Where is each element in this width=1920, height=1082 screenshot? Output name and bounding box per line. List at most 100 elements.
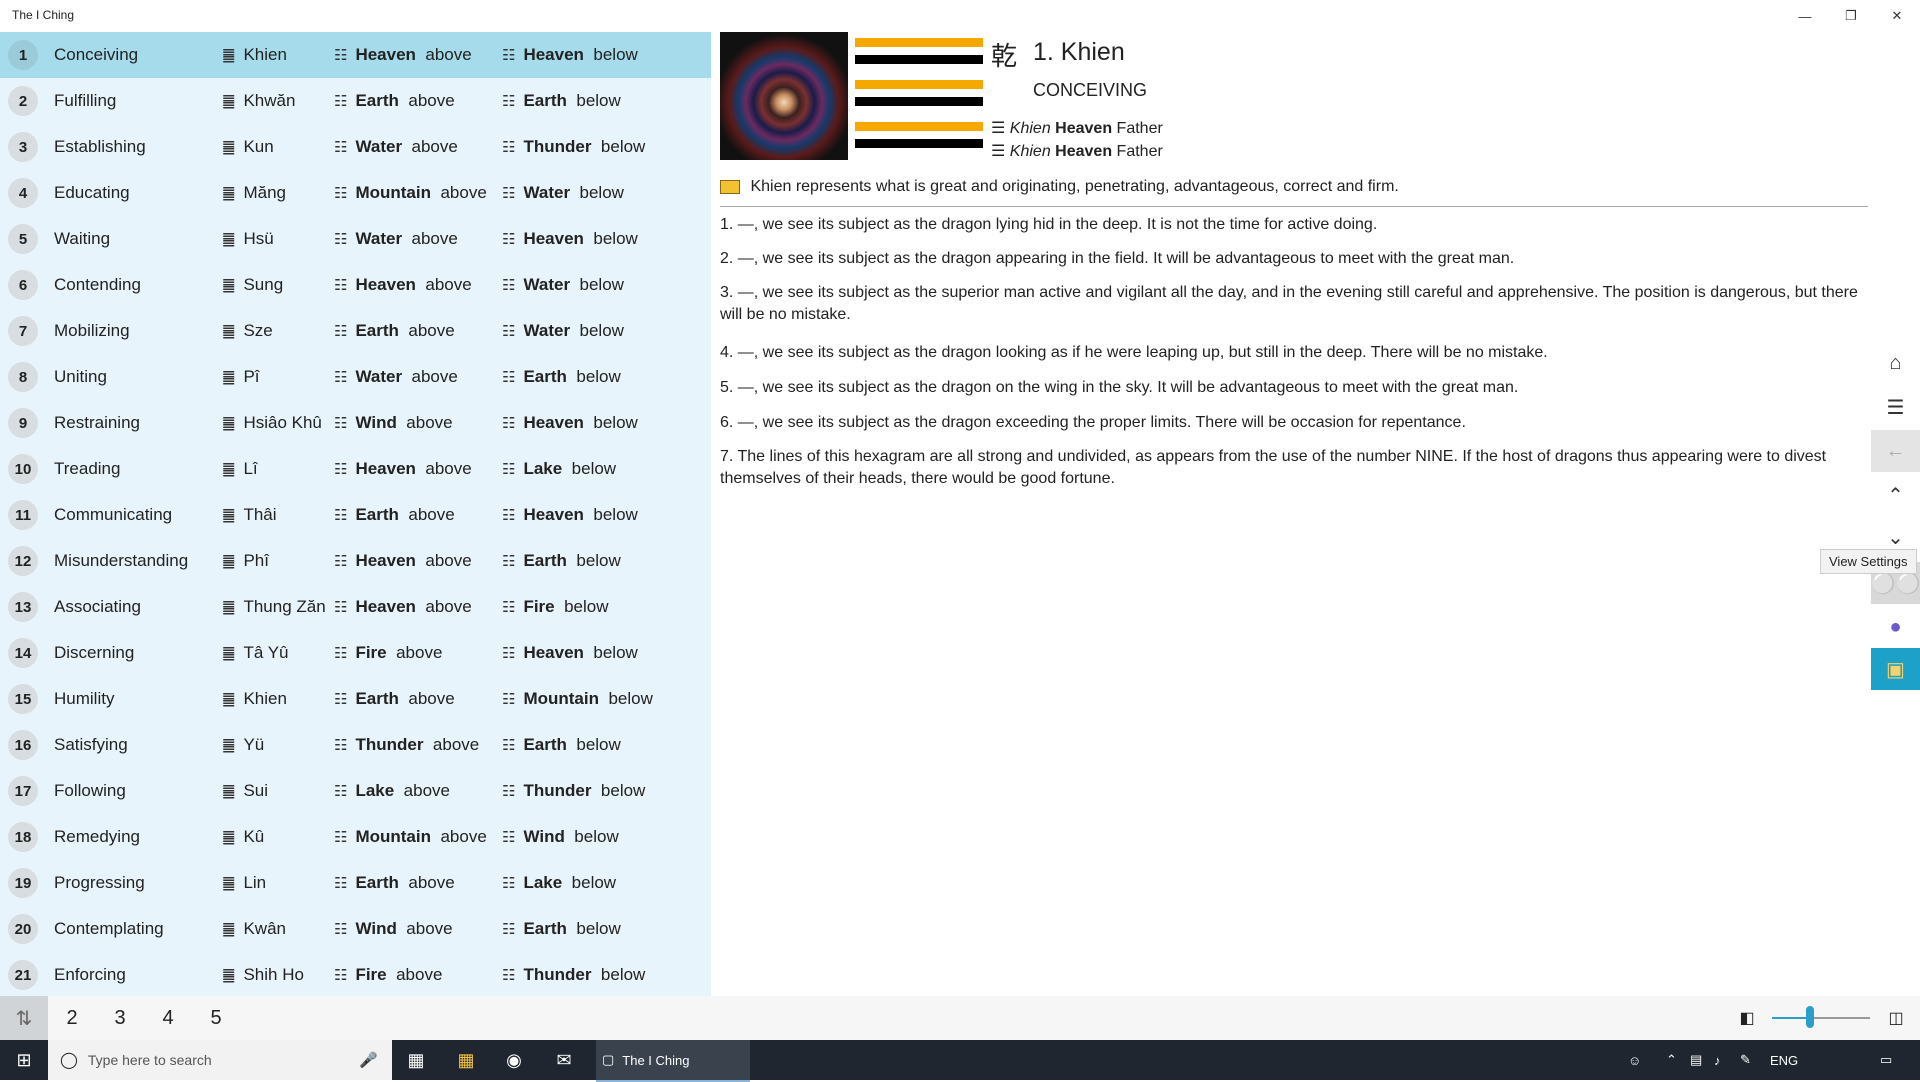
taskbar-search[interactable]: ◯ Type here to search 🎤 — [48, 1040, 392, 1080]
page-button[interactable]: 5 — [194, 996, 238, 1040]
trigram-icon: ☷ — [502, 369, 516, 386]
lower-trigram: ☷ Earth below — [502, 735, 621, 754]
file-explorer-icon[interactable]: ▦ — [442, 1040, 490, 1080]
upper-trigram: ☷ Water above — [334, 137, 458, 156]
language-indicator[interactable]: ENG — [1770, 1040, 1798, 1080]
trigram-icon: ☷ — [502, 185, 516, 202]
notifications-icon[interactable]: ▭ — [1880, 1040, 1892, 1080]
trigram-icon: ☷ — [502, 277, 516, 294]
taskbar-app-i-ching[interactable]: ▢ The I Ching — [596, 1040, 750, 1082]
pager: ⇅ 2345 ◧ ◫ — [0, 996, 1920, 1040]
hexagram-name: Communicating — [54, 505, 173, 524]
hexagram-name: Conceiving — [54, 45, 139, 64]
hexagram-romanization: ䷀ Kwân — [222, 919, 286, 938]
hexagram-icon: ䷀ — [222, 829, 236, 846]
hexagram-icon: ䷀ — [222, 875, 236, 892]
lower-trigram: ☷ Fire below — [502, 597, 609, 616]
people-icon[interactable]: ☺ — [1628, 1040, 1641, 1080]
mail-icon[interactable]: ✉ — [540, 1040, 588, 1080]
search-placeholder: Type here to search — [87, 1052, 212, 1068]
list-item[interactable]: 15 Humility ䷀ Khien ☷ Earth above ☷ Mountain be… — [0, 676, 711, 722]
app-icon: ▢ — [602, 1052, 615, 1067]
list-item[interactable]: 19 Progressing ䷀ Lin ☷ Earth above ☷ Lake below — [0, 860, 711, 906]
hexagram-line — [855, 38, 983, 47]
list-item[interactable]: 1 Conceiving ䷀ Khien ☷ Heaven above ☷ Heaven be… — [0, 32, 711, 78]
chevron-up-icon[interactable]: ⌃ — [1871, 474, 1920, 516]
minimize-icon[interactable]: — — [1782, 0, 1828, 32]
network-icon[interactable]: ▤ — [1690, 1040, 1702, 1080]
list-item[interactable]: 5 Waiting ䷀ Hsü ☷ Water above ☷ Heaven below — [0, 216, 711, 262]
menu-icon[interactable]: ☰ — [1871, 386, 1920, 428]
list-item[interactable]: 3 Establishing ䷀ Kun ☷ Water above ☷ Thunder be… — [0, 124, 711, 170]
trigram-icon: ☷ — [502, 829, 516, 846]
lower-trigram: ☷ Earth below — [502, 367, 621, 386]
home-icon[interactable]: ⌂ — [1871, 342, 1920, 384]
tray-chevron-up-icon[interactable]: ⌃ — [1666, 1040, 1677, 1080]
hexagram-name: Following — [54, 781, 126, 800]
list-item[interactable]: 10 Treading ䷀ Lî ☷ Heaven above ☷ Lake below — [0, 446, 711, 492]
page-button[interactable]: 4 — [146, 996, 190, 1040]
windows-start-icon[interactable]: ⊞ — [0, 1040, 48, 1080]
globe-icon[interactable]: ● — [1871, 606, 1920, 648]
restore-icon[interactable]: ❐ — [1828, 0, 1874, 32]
task-view-icon[interactable]: ▦ — [392, 1040, 440, 1080]
list-item[interactable]: 11 Communicating ䷀ Thâi ☷ Earth above ☷ Heaven … — [0, 492, 711, 538]
hexagram-detail: 乾 1. Khien CONCEIVING ☰ Khien Heaven Fat… — [711, 32, 1871, 996]
volume-icon[interactable]: ♪ — [1714, 1040, 1721, 1080]
hexagram-number: 1 — [8, 40, 38, 70]
trigram-icon: ☷ — [334, 921, 348, 938]
window-title: The I Ching — [12, 8, 75, 22]
zoom-slider-thumb[interactable] — [1806, 1006, 1814, 1028]
list-item[interactable]: 18 Remedying ䷀ Kû ☷ Mountain above ☷ Wind below — [0, 814, 711, 860]
image-icon[interactable]: ▣ — [1871, 648, 1920, 690]
list-item[interactable]: 17 Following ䷀ Sui ☷ Lake above ☷ Thunder below — [0, 768, 711, 814]
list-item[interactable]: 6 Contending ䷀ Sung ☷ Heaven above ☷ Water belo… — [0, 262, 711, 308]
list-item[interactable]: 20 Contemplating ䷀ Kwân ☷ Wind above ☷ Earth be… — [0, 906, 711, 952]
hexagram-icon: ䷀ — [222, 461, 236, 478]
hexagram-number: 11 — [8, 500, 38, 530]
trigram-icon: ☷ — [502, 967, 516, 984]
trigram-icon: ☷ — [502, 645, 516, 662]
hexagram-number: 19 — [8, 868, 38, 898]
upper-trigram: ☷ Water above — [334, 367, 458, 386]
line-text: 3. —, we see its subject as the superior… — [720, 284, 1858, 323]
upper-trigram: ☷ Heaven above — [334, 45, 472, 64]
hexagram-name: Associating — [54, 597, 141, 616]
upper-trigram: ☷ Fire above — [334, 643, 443, 662]
list-item[interactable]: 8 Uniting ䷀ Pî ☷ Water above ☷ Earth below — [0, 354, 711, 400]
close-icon[interactable]: ✕ — [1874, 0, 1920, 32]
judgement: Khien represents what is great and origi… — [720, 178, 1868, 207]
hexagram-romanization: ䷀ Kû — [222, 827, 265, 846]
trigram-icon: ☷ — [334, 553, 348, 570]
list-item[interactable]: 7 Mobilizing ䷀ Sze ☷ Earth above ☷ Water below — [0, 308, 711, 354]
list-item[interactable]: 13 Associating ䷀ Thung Zăn ☷ Heaven above ☷ Fir… — [0, 584, 711, 630]
hexagram-romanization: ䷀ Shih Ho — [222, 965, 304, 984]
pen-icon[interactable]: ✎ — [1740, 1040, 1751, 1080]
list-item[interactable]: 2 Fulfilling ䷀ Khwăn ☷ Earth above ☷ Earth belo… — [0, 78, 711, 124]
page-button[interactable]: 3 — [98, 996, 142, 1040]
hexagram-romanization: ䷀ Thung Zăn — [222, 597, 326, 616]
fit-narrow-icon[interactable]: ◧ — [1725, 996, 1769, 1040]
hexagram-icon: ䷀ — [222, 415, 236, 432]
hexagram-icon: ䷀ — [222, 645, 236, 662]
store-icon[interactable]: ◉ — [490, 1040, 538, 1080]
list-item[interactable]: 12 Misunderstanding ䷀ Phî ☷ Heaven above ☷ Eart… — [0, 538, 711, 584]
list-item[interactable]: 14 Discerning ䷀ Tâ Yû ☷ Fire above ☷ Heaven bel… — [0, 630, 711, 676]
microphone-icon[interactable]: 🎤 — [359, 1051, 378, 1069]
list-item[interactable]: 16 Satisfying ䷀ Yü ☷ Thunder above ☷ Earth belo… — [0, 722, 711, 768]
upper-trigram: ☷ Mountain above — [334, 183, 487, 202]
upper-trigram: ☷ Earth above — [334, 91, 455, 110]
trigram-icon: ☷ — [334, 93, 348, 110]
upper-trigram: ☷ Wind above — [334, 919, 453, 938]
list-item[interactable]: 4 Educating ䷀ Măng ☷ Mountain above ☷ Water bel… — [0, 170, 711, 216]
fit-wide-icon[interactable]: ◫ — [1874, 996, 1918, 1040]
list-item[interactable]: 21 Enforcing ䷀ Shih Ho ☷ Fire above ☷ Thunder b… — [0, 952, 711, 996]
hexagram-heading: 1. Khien — [1033, 38, 1125, 66]
hexagram-number: 10 — [8, 454, 38, 484]
back-arrow-icon[interactable]: ← — [1871, 430, 1920, 472]
sort-icon[interactable]: ⇅ — [0, 996, 48, 1040]
page-button[interactable]: 2 — [50, 996, 94, 1040]
trigram-icon: ☷ — [502, 783, 516, 800]
trigram-icon: ☷ — [334, 967, 348, 984]
list-item[interactable]: 9 Restraining ䷀ Hsiâo Khû ☷ Wind above ☷ Heaven… — [0, 400, 711, 446]
